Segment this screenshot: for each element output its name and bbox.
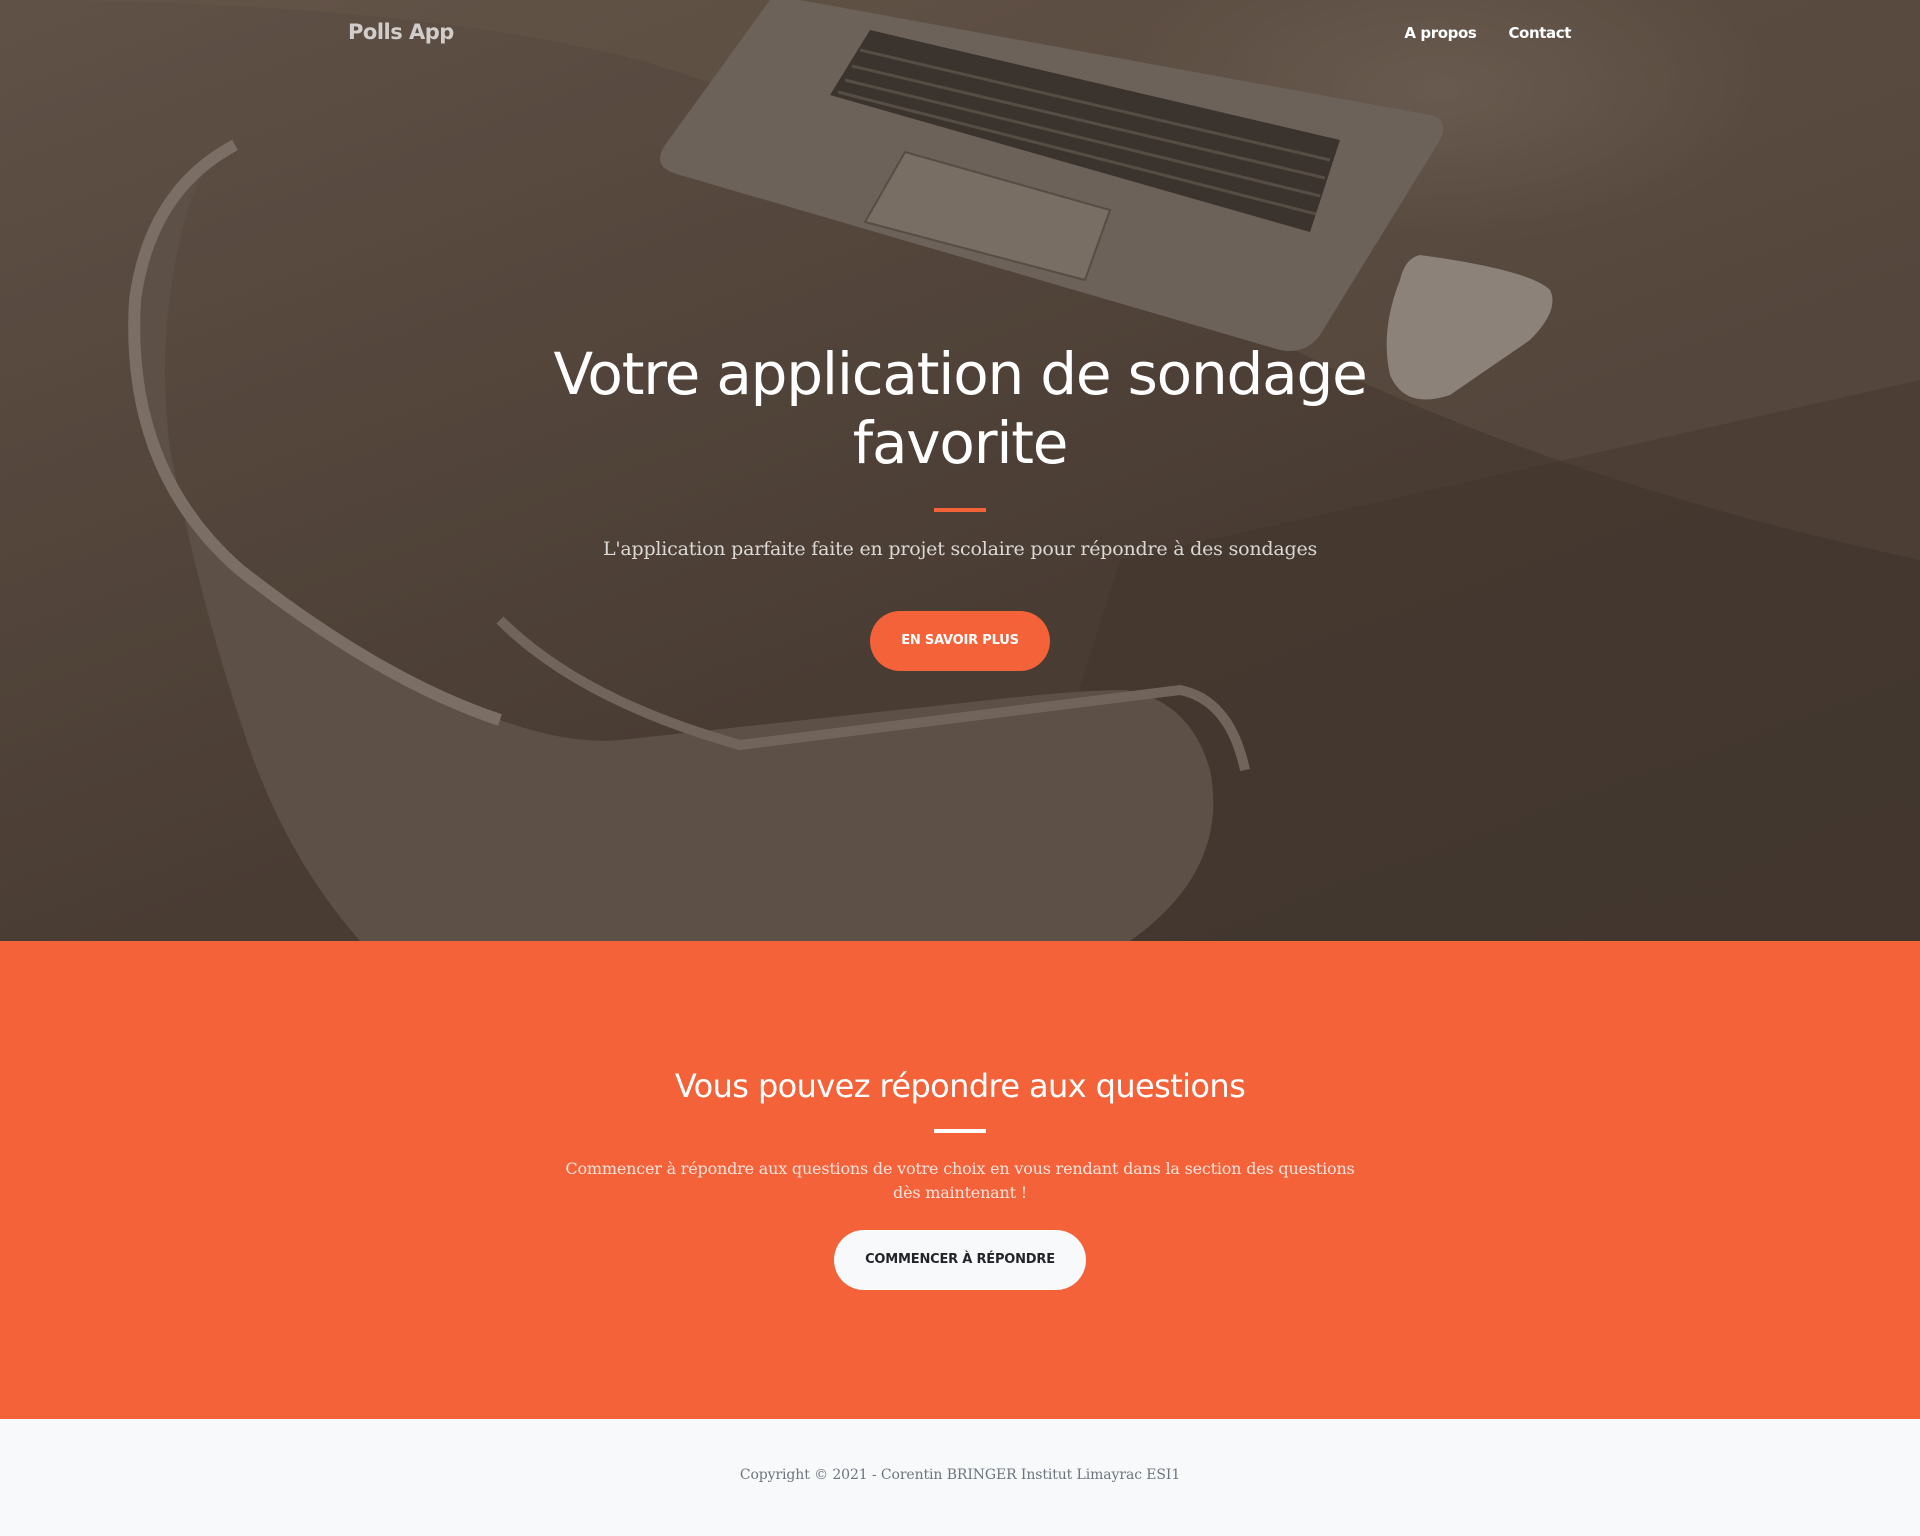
masthead: Polls App A propos Contact Votre applica…	[0, 0, 1920, 941]
brand-logo[interactable]: Polls App	[348, 20, 454, 44]
nav-links: A propos Contact	[1404, 24, 1571, 42]
nav-link-a-propos[interactable]: A propos	[1404, 24, 1476, 42]
commencer-a-repondre-button[interactable]: COMMENCER À RÉPONDRE	[834, 1230, 1086, 1290]
footer: Copyright © 2021 - Corentin BRINGER Inst…	[0, 1419, 1920, 1536]
hero-title: Votre application de sondage favorite	[510, 340, 1410, 478]
hero-divider	[934, 508, 986, 512]
navbar: Polls App A propos Contact	[0, 0, 1920, 70]
answer-section: Vous pouvez répondre aux questions Comme…	[0, 941, 1920, 1419]
masthead-content: Votre application de sondage favorite L'…	[0, 340, 1920, 671]
en-savoir-plus-button[interactable]: EN SAVOIR PLUS	[870, 611, 1050, 671]
nav-link-contact[interactable]: Contact	[1508, 24, 1571, 42]
hero-title-line-1: Votre application de sondage	[553, 340, 1367, 408]
footer-copyright: Copyright © 2021 - Corentin BRINGER Inst…	[739, 1467, 1181, 1483]
answer-section-text-line-2: dès maintenant !	[893, 1183, 1027, 1202]
answer-section-divider	[934, 1129, 986, 1133]
hero-subtitle: L'application parfaite faite en projet s…	[602, 538, 1318, 560]
answer-section-text-line-1: Commencer à répondre aux questions de vo…	[565, 1159, 1355, 1178]
answer-section-text: Commencer à répondre aux questions de vo…	[560, 1157, 1360, 1205]
answer-section-title: Vous pouvez répondre aux questions	[674, 1067, 1246, 1105]
hero-title-line-2: favorite	[852, 409, 1069, 477]
